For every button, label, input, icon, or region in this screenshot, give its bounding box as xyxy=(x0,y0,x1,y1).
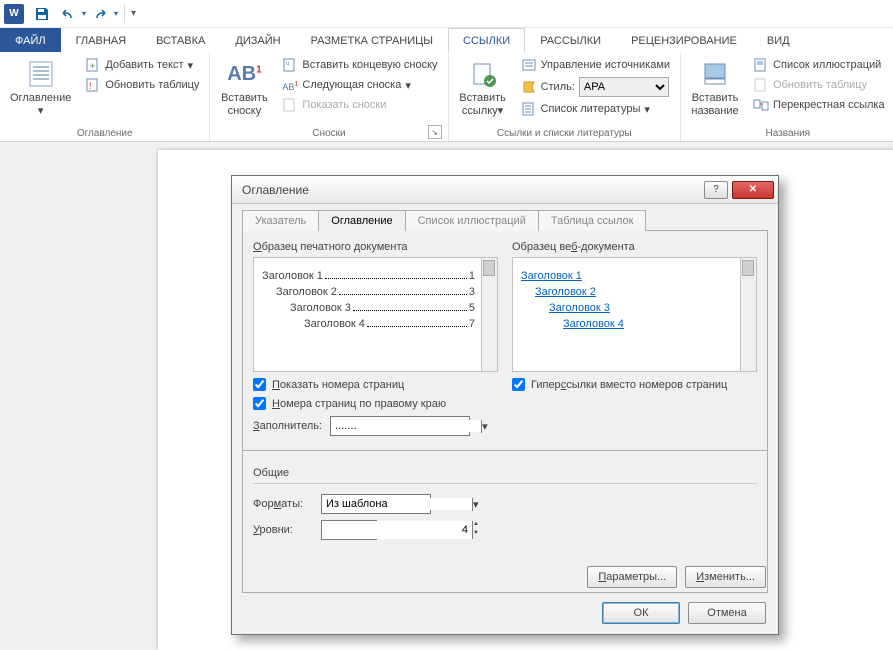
tab-file[interactable]: ФАЙЛ xyxy=(0,28,61,52)
quick-access-toolbar: W ▾ ▾ ▾ xyxy=(0,0,893,28)
group-label-footnotes: Сноски ↘ xyxy=(214,128,443,141)
manage-sources-button[interactable]: Управление источниками xyxy=(517,56,674,74)
update-toc-button[interactable]: ! Обновить таблицу xyxy=(81,76,203,94)
table-of-figures-button[interactable]: Список иллюстраций xyxy=(749,56,889,74)
next-footnote-button[interactable]: AB1 Следующая сноска ▾ xyxy=(278,76,441,94)
help-button[interactable]: ? xyxy=(704,181,728,199)
citation-style-row: Стиль: APA xyxy=(517,76,674,98)
web-link-3[interactable]: Заголовок 3 xyxy=(549,302,734,314)
levels-label: Уровни: xyxy=(253,524,313,536)
tab-design[interactable]: ДИЗАЙН xyxy=(220,28,295,52)
cross-reference-button[interactable]: Перекрестная ссылка xyxy=(749,96,889,114)
group-toc: Оглавление▾ + Добавить текст ▾ ! Обновит… xyxy=(0,52,210,141)
levels-spinner[interactable]: ▲▼ xyxy=(321,520,377,540)
insert-footnote-button[interactable]: AB1 Вставить сноску xyxy=(214,54,274,128)
chevron-down-icon[interactable]: ▾ xyxy=(481,420,488,433)
web-preview: Заголовок 1 Заголовок 2 Заголовок 3 Заго… xyxy=(512,257,757,372)
update-figures-icon xyxy=(753,77,769,93)
word-logo: W xyxy=(4,4,24,24)
footnote-icon: AB1 xyxy=(228,58,260,90)
undo-button[interactable] xyxy=(56,2,80,26)
bibliography-icon xyxy=(521,101,537,117)
web-link-4[interactable]: Заголовок 4 xyxy=(563,318,734,330)
scrollbar[interactable] xyxy=(740,258,756,371)
leader-label: Заполнитель: xyxy=(253,420,322,432)
tab-layout[interactable]: РАЗМЕТКА СТРАНИЦЫ xyxy=(296,28,448,52)
dialog-titlebar[interactable]: Оглавление ? ✕ xyxy=(232,176,778,204)
toc-icon xyxy=(25,58,57,90)
group-label-captions: Названия xyxy=(685,128,891,141)
chevron-down-icon[interactable]: ▾ xyxy=(472,498,479,511)
bibliography-button[interactable]: Список литературы ▾ xyxy=(517,100,674,118)
tab-view[interactable]: ВИД xyxy=(752,28,805,52)
crossref-icon xyxy=(753,97,769,113)
close-button[interactable]: ✕ xyxy=(732,181,774,199)
next-footnote-icon: AB1 xyxy=(282,77,298,93)
add-text-icon: + xyxy=(85,57,101,73)
update-figures-button[interactable]: Обновить таблицу xyxy=(749,76,889,94)
formats-label: Форматы: xyxy=(253,498,313,510)
figures-icon xyxy=(753,57,769,73)
update-icon: ! xyxy=(85,77,101,93)
footnotes-dialog-launcher[interactable]: ↘ xyxy=(428,125,442,139)
options-button[interactable]: Параметры... xyxy=(587,566,677,588)
tab-mailings[interactable]: РАССЫЛКИ xyxy=(525,28,616,52)
cancel-button[interactable]: Отмена xyxy=(688,602,766,624)
general-label: Общие xyxy=(253,467,757,479)
ribbon-tabs: ФАЙЛ ГЛАВНАЯ ВСТАВКА ДИЗАЙН РАЗМЕТКА СТР… xyxy=(0,28,893,52)
formats-combo[interactable]: ▾ xyxy=(321,494,431,514)
tab-authorities[interactable]: Таблица ссылок xyxy=(538,210,647,231)
tab-home[interactable]: ГЛАВНАЯ xyxy=(61,28,141,52)
dialog-title: Оглавление xyxy=(242,183,309,197)
print-preview: Заголовок 11 Заголовок 23 Заголовок 35 З… xyxy=(253,257,498,372)
tab-references[interactable]: ССЫЛКИ xyxy=(448,28,525,52)
dialog-panel: Образец печатного документа Заголовок 11… xyxy=(242,230,768,451)
scrollbar[interactable] xyxy=(481,258,497,371)
hyperlinks-checkbox[interactable]: Гиперссылки вместо номеров страниц xyxy=(512,378,757,391)
toc-button[interactable]: Оглавление▾ xyxy=(4,54,77,128)
citation-icon xyxy=(467,58,499,90)
group-footnotes: AB1 Вставить сноску u Вставить концевую … xyxy=(210,52,448,141)
redo-button[interactable] xyxy=(88,2,112,26)
style-icon xyxy=(521,79,537,95)
svg-text:u: u xyxy=(286,61,289,67)
insert-caption-button[interactable]: Вставить название xyxy=(685,54,745,128)
tab-review[interactable]: РЕЦЕНЗИРОВАНИЕ xyxy=(616,28,752,52)
show-page-numbers-checkbox[interactable]: Показать номера страниц xyxy=(253,378,498,391)
leader-combo[interactable]: ▾ xyxy=(330,416,470,436)
tab-toc[interactable]: Оглавление xyxy=(318,210,405,231)
ok-button[interactable]: ОК xyxy=(602,602,680,624)
group-citations: Вставить ссылку▾ Управление источниками … xyxy=(449,52,681,141)
group-label-citations: Ссылки и списки литературы xyxy=(453,128,676,141)
tab-index[interactable]: Указатель xyxy=(242,210,319,231)
modify-button[interactable]: Изменить... xyxy=(685,566,766,588)
ribbon: Оглавление▾ + Добавить текст ▾ ! Обновит… xyxy=(0,52,893,142)
endnote-icon: u xyxy=(282,57,298,73)
group-label-toc: Оглавление xyxy=(4,128,205,141)
web-preview-label: Образец веб-документа xyxy=(512,241,757,253)
toc-label: Оглавление xyxy=(10,92,71,104)
show-notes-button[interactable]: Показать сноски xyxy=(278,96,441,114)
tab-insert[interactable]: ВСТАВКА xyxy=(141,28,220,52)
web-link-1[interactable]: Заголовок 1 xyxy=(521,270,734,282)
add-text-button[interactable]: + Добавить текст ▾ xyxy=(81,56,203,74)
group-captions: Вставить название Список иллюстраций Обн… xyxy=(681,52,893,141)
dialog-tabs: Указатель Оглавление Список иллюстраций … xyxy=(242,210,768,231)
print-preview-label: Образец печатного документа xyxy=(253,241,498,253)
insert-citation-button[interactable]: Вставить ссылку▾ xyxy=(453,54,513,128)
show-notes-icon xyxy=(282,97,298,113)
citation-style-select[interactable]: APA xyxy=(579,77,669,97)
insert-endnote-button[interactable]: u Вставить концевую сноску xyxy=(278,56,441,74)
toc-dialog: Оглавление ? ✕ Указатель Оглавление Спис… xyxy=(231,175,779,635)
tab-figures[interactable]: Список иллюстраций xyxy=(405,210,539,231)
web-link-2[interactable]: Заголовок 2 xyxy=(535,286,734,298)
save-button[interactable] xyxy=(30,2,54,26)
svg-text:!: ! xyxy=(89,81,92,91)
manage-sources-icon xyxy=(521,57,537,73)
right-align-checkbox[interactable]: Номера страниц по правому краю xyxy=(253,397,498,410)
caption-icon xyxy=(699,58,731,90)
svg-text:+: + xyxy=(90,61,95,71)
